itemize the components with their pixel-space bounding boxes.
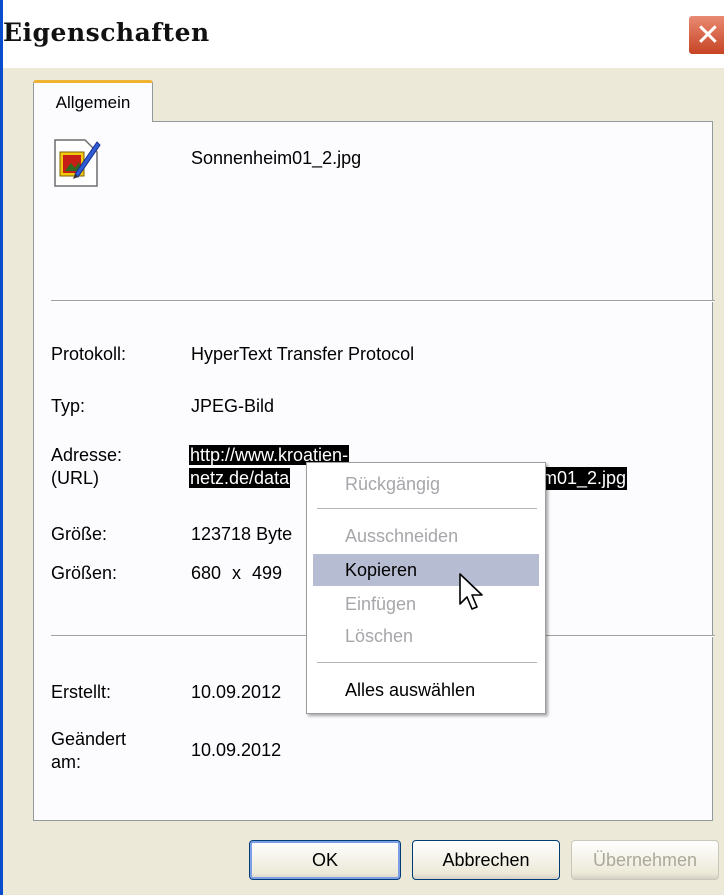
tab-allgemein[interactable]: Allgemein bbox=[33, 80, 153, 122]
address-label: Adresse: (URL) bbox=[51, 444, 122, 490]
cancel-button-label: Abbrechen bbox=[442, 849, 530, 870]
address-label-line1: Adresse: bbox=[51, 445, 123, 465]
window-title: Eigenschaften bbox=[3, 18, 210, 47]
created-label: Erstellt: bbox=[51, 682, 112, 702]
menu-item-copy[interactable]: Kopieren bbox=[313, 554, 539, 586]
address-label-line2: (URL) bbox=[51, 468, 99, 488]
modified-label-line1: Geändert bbox=[51, 729, 127, 749]
menu-item-cut[interactable]: Ausschneiden bbox=[313, 520, 539, 552]
mouse-cursor-icon bbox=[459, 573, 483, 610]
modified-label: Geändert am: bbox=[51, 728, 126, 774]
type-label: Typ: bbox=[51, 396, 86, 416]
address-value-line2: netz.de/data bbox=[189, 468, 291, 488]
modified-value: 10.09.2012 bbox=[191, 740, 282, 760]
image-file-icon bbox=[54, 139, 101, 187]
menu-item-delete[interactable]: Löschen bbox=[313, 620, 539, 652]
context-menu: Rückgängig Ausschneiden Kopieren Einfüge… bbox=[306, 462, 546, 714]
ok-button[interactable]: OK bbox=[249, 840, 401, 880]
divider bbox=[51, 300, 715, 302]
modified-label-line2: am: bbox=[51, 752, 82, 772]
close-button[interactable]: ✕ bbox=[687, 14, 724, 56]
menu-item-undo[interactable]: Rückgängig bbox=[313, 468, 539, 500]
apply-button-label: Übernehmen bbox=[592, 849, 698, 870]
dimensions-label: Größen: bbox=[51, 563, 118, 583]
menu-item-paste[interactable]: Einfügen bbox=[313, 588, 539, 620]
tab-label: Allgemein bbox=[55, 92, 131, 112]
menu-separator bbox=[317, 508, 537, 509]
cancel-button[interactable]: Abbrechen bbox=[412, 840, 560, 880]
close-icon: ✕ bbox=[695, 17, 721, 53]
size-label: Größe: bbox=[51, 524, 108, 544]
title-bar[interactable]: Eigenschaften ✕ bbox=[3, 0, 724, 68]
dimensions-value: 680 x 499 bbox=[191, 563, 283, 583]
address-value-line2-end: m01_2.jpg bbox=[541, 467, 628, 490]
menu-separator bbox=[317, 662, 537, 663]
size-value: 123718 Byte bbox=[191, 524, 293, 544]
type-value: JPEG-Bild bbox=[191, 396, 275, 416]
menu-item-select-all[interactable]: Alles auswählen bbox=[313, 674, 539, 706]
properties-dialog: Eigenschaften ✕ Allgemein Sonnenheim01_2… bbox=[0, 0, 724, 895]
created-value: 10.09.2012 bbox=[191, 682, 282, 702]
protocol-label: Protokoll: bbox=[51, 344, 127, 364]
protocol-value: HyperText Transfer Protocol bbox=[191, 344, 415, 364]
apply-button[interactable]: Übernehmen bbox=[571, 840, 719, 880]
ok-button-label: OK bbox=[311, 849, 338, 870]
file-name: Sonnenheim01_2.jpg bbox=[191, 148, 362, 168]
